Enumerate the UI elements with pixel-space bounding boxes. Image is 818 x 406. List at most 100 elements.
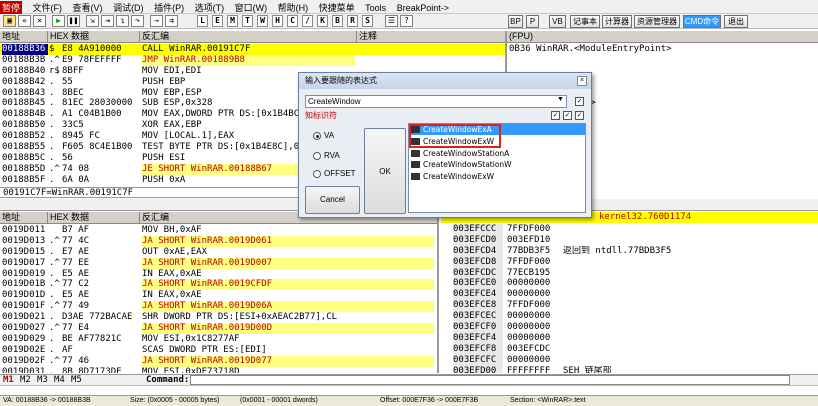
bp-button[interactable]: BP (508, 15, 523, 28)
code-row[interactable]: 0019D027 .^ 77 E4 JA SHORT WinRAR.0019D00D (0, 323, 437, 335)
menu-shortcuts[interactable]: 快捷菜单 (315, 0, 359, 15)
animate-into-icon[interactable]: ↴ (116, 15, 129, 27)
step-into-icon[interactable]: ⇲ (86, 15, 99, 27)
help-icon[interactable]: ? (400, 15, 413, 27)
stack-pane[interactable]: 003EFCCC 7FFDF000 003EFCD0 003EFD10 003EFCD4… (441, 224, 818, 373)
window-letter-button[interactable]: W (257, 15, 268, 27)
window-letter-button[interactable]: T (242, 15, 253, 27)
code-row[interactable]: 00188B36 $ E8 4A910000 CALL WinRAR.00191C7F (0, 44, 505, 55)
cmd-button[interactable]: CMD命令 (683, 15, 721, 28)
stack-row[interactable]: 003EFCD4 77BDB3F5 返回到 ntdll.77BDB3F5 (441, 245, 818, 257)
menu-tools[interactable]: Tools (361, 2, 390, 14)
suggestion-item[interactable]: CreateWindowExW (411, 137, 494, 147)
code-row[interactable]: 00188B3B .^ E9 78FEFFFF JMP WinRAR.001889B8 (0, 54, 505, 66)
window-letter-button[interactable]: C (287, 15, 298, 27)
window-letter-button[interactable]: / (302, 15, 313, 27)
cancel-button[interactable]: Cancel (305, 186, 360, 214)
window-letter-button[interactable]: R (347, 15, 358, 27)
window-letter-button[interactable]: B (332, 15, 343, 27)
menu-plugins[interactable]: 插件(P) (150, 0, 188, 15)
code-row[interactable]: 0019D015. E7 AE OUT 0xAE,EAX (0, 247, 437, 258)
code-row[interactable]: 0019D021. D3AE 772BACAE SHR DWORD PTR DS:[… (0, 312, 437, 323)
stack-row[interactable]: 003EFCE4 00000000 (441, 289, 818, 301)
code-row[interactable]: 0019D01D. E5 AE IN EAX,0xAE (0, 290, 437, 301)
window-letter-button[interactable]: M (227, 15, 238, 27)
stack-row[interactable]: 003EFCEC 00000000 (441, 311, 818, 323)
notepad-button[interactable]: 记事本 (570, 15, 600, 28)
window-letter-button[interactable]: L (197, 15, 208, 27)
stack-row[interactable]: 003EFCD8 7FFDF000 (441, 256, 818, 268)
stack-address: 003EFCD8 (453, 256, 503, 268)
animate-over-icon[interactable]: ↷ (131, 15, 144, 27)
step-over-icon[interactable]: ⇥ (101, 15, 114, 27)
code-row[interactable]: 0019D01F .^ 77 49 JA SHORT WinRAR.0019D06A (0, 301, 437, 313)
code-row[interactable]: 0019D02E. AF SCAS DWORD PTR ES:[EDI] (0, 345, 437, 356)
stack-row[interactable]: 003EFCF0 00000000 (441, 322, 818, 334)
stack-row[interactable]: 003EFCDC 77ECB195 (441, 267, 818, 279)
option-checkbox-4[interactable]: ✓ (575, 111, 584, 120)
stack-row[interactable]: 003EFCE8 7FFDF000 (441, 300, 818, 312)
window-letter-button[interactable]: S (362, 15, 373, 27)
stack-row[interactable]: 003EFCD0 003EFD10 (441, 234, 818, 246)
expression-input[interactable]: CreateWindow (305, 95, 567, 108)
dialog-close-icon[interactable]: × (577, 76, 587, 86)
menu-options[interactable]: 选项(T) (191, 0, 229, 15)
explorer-button[interactable]: 资源管理器 (634, 15, 680, 28)
menu-view[interactable]: 查看(V) (69, 0, 107, 15)
list-icon[interactable]: ☰ (385, 15, 398, 27)
menu-file[interactable]: 文件(F) (29, 0, 67, 15)
calculator-button[interactable]: 计算器 (602, 15, 632, 28)
option-checkbox-3[interactable]: ✓ (563, 111, 572, 120)
stack-row[interactable]: 003EFCF8 003EFCDC (441, 343, 818, 355)
tab-m2[interactable]: M2 (20, 375, 31, 385)
run-icon[interactable]: ▶ (52, 15, 65, 27)
tab-m3[interactable]: M3 (37, 375, 48, 385)
window-letter-button[interactable]: H (272, 15, 283, 27)
command-input[interactable] (190, 375, 790, 385)
open-icon[interactable]: ▣ (3, 15, 16, 27)
code-row[interactable]: 0019D011 B7 AF MOV BH,0xAF (0, 225, 437, 236)
stack-row[interactable]: 003EFCCC 7FFDF000 (441, 224, 818, 235)
menu-breakpoint[interactable]: BreakPoint-> (393, 2, 453, 14)
stack-row[interactable]: 003EFD00 FFFFFFFF SEH 链尾部 (441, 365, 818, 373)
exit-button[interactable]: 退出 (724, 15, 748, 28)
code-row[interactable]: 0019D031. 8B 8D7173DE MOV ESI,0xDE73718D (0, 367, 437, 373)
dump-pane[interactable]: 0019D011 B7 AF MOV BH,0xAF 0019D013 .^ 77 4C J… (0, 225, 437, 373)
close-icon[interactable]: × (33, 15, 46, 27)
code-row[interactable]: 0019D017 .^ 77 EE JA SHORT WinRAR.0019D007 (0, 257, 437, 269)
option-checkbox-1[interactable]: ✓ (575, 97, 584, 106)
ok-button[interactable]: OK (364, 128, 406, 214)
va-radio[interactable] (313, 132, 321, 140)
restart-icon[interactable]: « (18, 15, 31, 27)
p-button[interactable]: P (526, 15, 539, 28)
menu-window[interactable]: 窗口(W) (231, 0, 272, 15)
rva-radio[interactable] (313, 152, 321, 160)
stack-row[interactable]: 003EFCF4 00000000 (441, 332, 818, 344)
suggestion-item[interactable]: CreateWindowExA (411, 125, 492, 135)
pause-icon[interactable]: ❚❚ (67, 15, 80, 27)
suggestion-item[interactable]: CreateWindowStationW (411, 160, 512, 170)
tab-m4[interactable]: M4 (54, 375, 65, 385)
offset-radio[interactable] (313, 170, 321, 178)
suggestion-item[interactable]: CreateWindowExW (411, 172, 494, 182)
goto-icon[interactable]: ⇉ (165, 15, 178, 27)
stack-row[interactable]: 003EFCE0 00000000 (441, 278, 818, 290)
code-row[interactable]: 0019D029. BE AF77821C MOV ESI,0x1C8277AF (0, 334, 437, 345)
execute-till-return-icon[interactable]: → (150, 15, 163, 27)
menu-help[interactable]: 帮助(H) (274, 0, 313, 15)
stack-row[interactable]: 003EFCFC 00000000 (441, 354, 818, 366)
option-checkbox-2[interactable]: ✓ (551, 111, 560, 120)
suggestion-item[interactable]: CreateWindowStationA (411, 149, 509, 159)
code-row[interactable]: 0019D02F .^ 77 46 JA SHORT WinRAR.0019D077 (0, 355, 437, 367)
code-row[interactable]: 0019D01B .^ 77 C2 JA SHORT WinRAR.0019CFDF (0, 279, 437, 291)
window-letter-button[interactable]: E (212, 15, 223, 27)
tab-m5[interactable]: M5 (71, 375, 82, 385)
code-row[interactable]: 0019D019. E5 AE IN EAX,0xAE (0, 269, 437, 280)
tab-m1[interactable]: M1 (3, 375, 14, 385)
combo-dropdown-icon[interactable]: ▼ (557, 96, 564, 103)
stack-address: 003EFCFC (453, 354, 503, 366)
window-letter-button[interactable]: K (317, 15, 328, 27)
vb-button[interactable]: VB (549, 15, 566, 28)
code-row[interactable]: 0019D013 .^ 77 4C JA SHORT WinRAR.0019D061 (0, 235, 437, 247)
menu-debug[interactable]: 调试(D) (109, 0, 148, 15)
